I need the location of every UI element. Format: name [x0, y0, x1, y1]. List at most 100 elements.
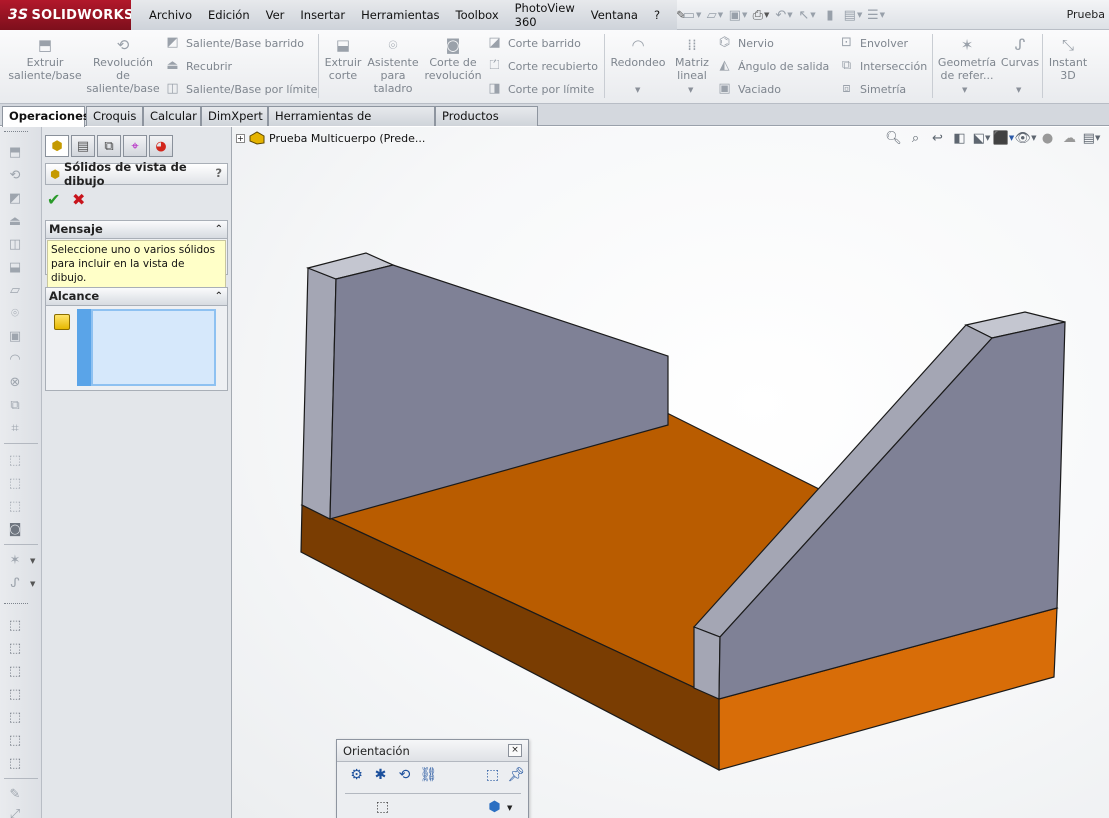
save-icon[interactable]: ▣ ▼ — [728, 6, 748, 24]
feature-tree-root-label[interactable]: Prueba Multicuerpo (Prede... — [269, 132, 425, 145]
cancel-x-icon[interactable]: ✖ — [72, 190, 85, 209]
orientation-view-list[interactable]: ⬚ ⬢ ▼ — [345, 793, 521, 818]
ref-geometry-dropdown-icon[interactable]: ▼ — [962, 86, 967, 94]
revolve-boss-button[interactable]: ⟲ Revolución de saliente/base — [86, 36, 160, 95]
swept-cut-button[interactable]: ◪ Corte barrido — [486, 33, 581, 53]
boundary-cut-button[interactable]: ◨ Corte por límite — [486, 79, 594, 99]
wrap-button[interactable]: ⊡ Envolver — [838, 33, 908, 53]
menu-help[interactable]: ? — [646, 8, 668, 22]
orientation-dialog-header[interactable]: Orientación × — [337, 740, 528, 762]
link-views-icon[interactable]: ⛓ — [419, 766, 438, 784]
pattern-dropdown-icon[interactable]: ▼ — [688, 86, 693, 94]
loft-tool-icon[interactable]: ⏏ — [6, 214, 24, 230]
instant3d-button[interactable]: ⤡ Instant 3D — [1046, 36, 1090, 82]
curves-button[interactable]: ᔑ Curvas — [1000, 36, 1040, 69]
knit-icon[interactable]: ⬚ — [6, 499, 24, 515]
move-face-icon[interactable]: ⬚ — [6, 453, 24, 469]
extrude-boss-button[interactable]: ⬒ Extruir saliente/base — [6, 36, 84, 82]
delete-body-icon[interactable]: ⊗ — [6, 375, 24, 391]
hole-wizard-button[interactable]: ⌾ Asistente para taladro — [366, 36, 420, 95]
menu-ventana[interactable]: Ventana — [583, 8, 646, 22]
reference-geometry-button[interactable]: ✶ Geometría de refer... — [936, 36, 998, 82]
view-iso-icon[interactable]: ⬚ — [6, 756, 24, 772]
lofted-cut-button[interactable]: ⏍ Corte recubierto — [486, 56, 598, 76]
feature-tree-flyout[interactable]: + Prueba Multicuerpo (Prede... — [236, 131, 425, 145]
revolve-tool-icon[interactable]: ⟲ — [6, 168, 24, 184]
section-view-icon[interactable]: ◧ — [950, 129, 969, 147]
extrude-cut-button[interactable]: ⬓ Extruir corte — [322, 36, 364, 82]
reference-dropdown-icon[interactable]: ▼ — [30, 557, 35, 565]
view-cube-icon[interactable]: ⬢ — [485, 798, 504, 816]
select-icon[interactable]: ↖ ▼ — [797, 6, 817, 24]
split-icon[interactable]: ⌗ — [6, 421, 24, 437]
hide-show-items-icon[interactable]: 👁︎ ▼ — [1015, 129, 1037, 147]
isometric-view-icon[interactable]: ⬚ — [373, 798, 392, 816]
configuration-manager-tab-icon[interactable]: ⧉ — [97, 135, 121, 157]
new-view-icon[interactable]: ⚙ — [347, 766, 366, 784]
plane-tool-icon[interactable]: ▱ — [6, 283, 24, 299]
shell-tool-icon[interactable]: ▣ — [6, 329, 24, 345]
combine-icon[interactable]: ⧉ — [6, 398, 24, 414]
view-selector-icon[interactable]: ⬚ — [483, 766, 502, 784]
view-cube-dropdown-icon[interactable]: ▼ — [507, 804, 512, 812]
zoom-to-fit-icon[interactable]: 🔍︎ — [884, 129, 903, 147]
feature-manager-tab-icon[interactable]: ⬢ — [45, 135, 69, 157]
extrude-tool-icon[interactable]: ⬒ — [6, 145, 24, 161]
dimxpert-manager-tab-icon[interactable]: ⌖ — [123, 135, 147, 157]
view-top-icon[interactable]: ⬚ — [6, 710, 24, 726]
property-manager-tab-icon[interactable]: ▤ — [71, 135, 95, 157]
multibody-part-model[interactable] — [232, 127, 1109, 818]
menu-insertar[interactable]: Insertar — [292, 8, 353, 22]
collapse-icon[interactable]: ⌃ — [215, 288, 223, 305]
close-icon[interactable]: × — [508, 744, 522, 757]
view-back-icon[interactable]: ⬚ — [6, 641, 24, 657]
menu-photoview[interactable]: PhotoView 360 — [507, 1, 583, 29]
hole-tool-icon[interactable]: ⌾ — [6, 306, 24, 322]
reference-geometry-small-icon[interactable]: ✶ — [6, 553, 24, 569]
menu-edicion[interactable]: Edición — [200, 8, 258, 22]
tab-herramientas-renderizado[interactable]: Herramientas de renderizado — [268, 106, 435, 141]
view-front-icon[interactable]: ⬚ — [6, 618, 24, 634]
print-icon[interactable]: ⎙ ▼ — [751, 6, 771, 24]
new-document-icon[interactable]: ▭ ▼ — [682, 6, 702, 24]
scope-group-header[interactable]: Alcance ⌃ — [46, 288, 227, 306]
linear-pattern-button[interactable]: ⁞⁞ Matriz lineal — [672, 36, 712, 82]
ok-check-icon[interactable]: ✔ — [47, 190, 60, 209]
file-properties-icon[interactable]: ▤ ▼ — [843, 6, 863, 24]
zoom-to-area-icon[interactable]: ⌕ — [906, 129, 925, 147]
rib-button[interactable]: ⌬ Nervio — [716, 33, 774, 53]
boundary-tool-icon[interactable]: ◫ — [6, 237, 24, 253]
message-group-header[interactable]: Mensaje ⌃ — [46, 221, 227, 239]
shell-button[interactable]: ▣ Vaciado — [716, 79, 781, 99]
view-right-icon[interactable]: ⬚ — [6, 687, 24, 703]
sweep-tool-icon[interactable]: ◩ — [6, 191, 24, 207]
cut-tool-icon[interactable]: ⬓ — [6, 260, 24, 276]
toolbar-grip[interactable] — [4, 131, 28, 134]
toolbar-grip[interactable] — [4, 603, 28, 606]
curves-dropdown-icon[interactable]: ▼ — [1016, 86, 1021, 94]
previous-view-icon[interactable]: ↩ — [928, 129, 947, 147]
view-left-icon[interactable]: ⬚ — [6, 664, 24, 680]
collapse-icon[interactable]: ⌃ — [215, 221, 223, 238]
reset-standard-views-icon[interactable]: ⟲ — [395, 766, 414, 784]
view-bottom-icon[interactable]: ⬚ — [6, 733, 24, 749]
selected-bodies-list[interactable] — [91, 309, 216, 386]
menu-ver[interactable]: Ver — [258, 8, 293, 22]
smart-dimension-icon[interactable]: ⤢ — [6, 807, 24, 818]
expand-icon[interactable]: + — [236, 133, 245, 143]
view-settings-icon[interactable]: ▤ ▼ — [1082, 129, 1101, 147]
fillet-button[interactable]: ◠ Redondeo — [610, 36, 666, 69]
offset-surface-icon[interactable]: ⬚ — [6, 476, 24, 492]
right-wall-front-face[interactable] — [693, 626, 721, 700]
help-icon[interactable]: ? — [215, 166, 222, 180]
sketch-tool-icon[interactable]: ✎ — [6, 787, 24, 803]
solidworks-logo[interactable]: 3S SOLIDWORKS — [0, 0, 133, 30]
pin-dialog-icon[interactable]: 📌︎ — [507, 766, 526, 784]
display-manager-tab-icon[interactable]: ◕ — [149, 135, 173, 157]
display-style-icon[interactable]: ⬛ ▼ — [993, 129, 1015, 147]
curves-small-dropdown-icon[interactable]: ▼ — [30, 580, 35, 588]
fillet-dropdown-icon[interactable]: ▼ — [635, 86, 640, 94]
tab-croquis[interactable]: Croquis — [86, 106, 143, 126]
open-icon[interactable]: ▱ ▼ — [705, 6, 725, 24]
thicken-icon[interactable]: ◙ — [6, 522, 24, 538]
